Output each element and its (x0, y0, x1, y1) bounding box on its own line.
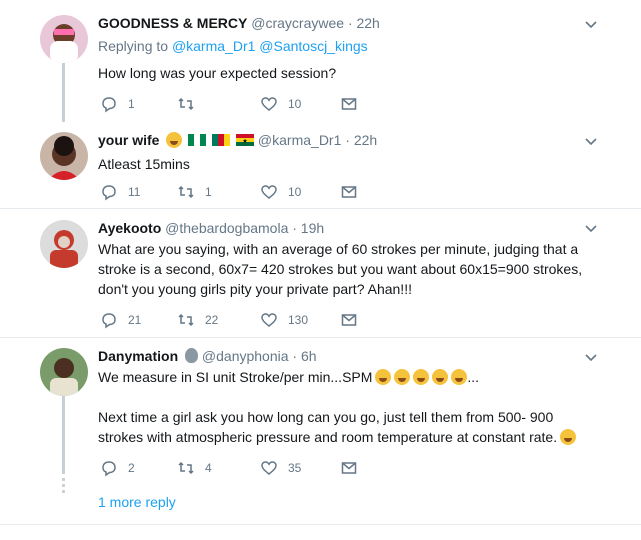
reply-button[interactable]: 21 (100, 309, 141, 331)
heart-icon (261, 313, 277, 327)
author-name[interactable]: Danymation (98, 348, 178, 364)
dm-button[interactable] (340, 181, 358, 203)
more-replies-link[interactable]: 1 more reply (98, 494, 176, 510)
reply-count: 21 (128, 313, 142, 327)
tears-of-joy-emoji-icon (432, 369, 449, 385)
retweet-count: 22 (205, 313, 219, 327)
reply-count: 2 (128, 461, 135, 475)
more-replies-dots (62, 478, 65, 496)
ellipsis: ... (467, 369, 480, 385)
tweet-paragraph: How long was your expected session? (98, 65, 337, 81)
reply-button[interactable]: 11 (100, 181, 140, 203)
retweet-button[interactable] (177, 93, 205, 115)
tears-of-joy-emoji-icon (413, 369, 430, 385)
tears-of-joy-emoji-icon (166, 132, 183, 148)
reply-button[interactable]: 1 (100, 93, 135, 115)
like-button[interactable]: 35 (260, 457, 301, 479)
retweet-icon (178, 97, 194, 111)
author-handle[interactable]: @karma_Dr1 (258, 132, 341, 148)
thread-line (62, 396, 65, 474)
timestamp[interactable]: · 6h (292, 348, 316, 364)
heart-icon (261, 461, 277, 475)
thread-line (62, 62, 65, 122)
retweet-icon (178, 313, 194, 327)
tears-of-joy-emoji-icon (394, 369, 411, 385)
tears-of-joy-emoji-icon (560, 429, 577, 445)
dm-button[interactable] (340, 457, 358, 479)
dm-button[interactable] (340, 309, 358, 331)
heart-icon (261, 97, 277, 111)
avatar[interactable] (40, 15, 88, 63)
tears-of-joy-emoji-icon (375, 369, 392, 385)
nigeria-flag-icon (188, 134, 207, 146)
tweet-paragraph: Atleast 15mins (98, 156, 190, 172)
author-name[interactable]: GOODNESS & MERCY (98, 15, 247, 31)
author-name[interactable]: Ayekooto (98, 220, 161, 236)
tweet-line: We measure in SI unit Stroke/per min...S… (98, 369, 373, 385)
replying-to: Replying to @karma_Dr1 @Santoscj_kings (98, 38, 368, 54)
cameroon-flag-icon (212, 134, 231, 146)
author-name[interactable]: your wife (98, 132, 159, 148)
like-count: 130 (288, 313, 309, 327)
like-button[interactable]: 10 (260, 93, 301, 115)
like-button[interactable]: 10 (260, 181, 301, 203)
author-handle[interactable]: @craycraywee (251, 15, 344, 31)
reply-icon (102, 185, 116, 201)
tweet-text: We measure in SI unit Stroke/per min...S… (98, 367, 593, 447)
like-button[interactable]: 130 (260, 309, 308, 331)
chevron-down-icon[interactable] (584, 18, 598, 32)
chevron-down-icon[interactable] (584, 351, 598, 365)
alien-emoji-icon (185, 348, 199, 363)
retweet-button[interactable]: 1 (177, 181, 212, 203)
timestamp[interactable]: · 19h (292, 220, 324, 236)
like-count: 10 (288, 185, 302, 199)
tweet-line: Next time a girl ask you how long can yo… (98, 409, 558, 445)
tears-of-joy-emoji-icon (451, 369, 468, 385)
envelope-icon (341, 98, 357, 110)
reply-count: 1 (128, 97, 135, 111)
retweet-count: 4 (205, 461, 212, 475)
tweet-paragraph: What are you saying, with an average of … (98, 241, 583, 297)
retweet-count: 1 (205, 185, 212, 199)
chevron-down-icon[interactable] (584, 135, 598, 149)
like-count: 35 (288, 461, 302, 475)
retweet-icon (178, 461, 194, 475)
reply-icon (102, 97, 116, 113)
author-handle[interactable]: @danyphonia (202, 348, 289, 364)
retweet-button[interactable]: 4 (177, 457, 212, 479)
tweet-paragraph: Next time a girl ask you how long can yo… (98, 407, 593, 447)
tweet-text: Atleast 15mins (98, 154, 598, 174)
heart-icon (261, 185, 277, 199)
avatar[interactable] (40, 348, 88, 396)
retweet-icon (178, 185, 194, 199)
reply-icon (102, 313, 116, 329)
divider (0, 208, 641, 209)
retweet-button[interactable]: 22 (177, 309, 218, 331)
author-handle[interactable]: @thebardogbamola (165, 220, 288, 236)
avatar[interactable] (40, 220, 88, 268)
ghana-flag-icon (236, 134, 255, 146)
tweet-text: How long was your expected session? (98, 63, 598, 83)
like-count: 10 (288, 97, 302, 111)
reply-icon (102, 461, 116, 477)
reply-button[interactable]: 2 (100, 457, 135, 479)
dm-button[interactable] (340, 93, 358, 115)
envelope-icon (341, 186, 357, 198)
divider (0, 337, 641, 338)
tweet-text: What are you saying, with an average of … (98, 239, 593, 299)
envelope-icon (341, 314, 357, 326)
chevron-down-icon[interactable] (584, 222, 598, 236)
avatar[interactable] (40, 132, 88, 180)
reply-count: 11 (128, 185, 141, 199)
divider (0, 524, 641, 525)
mention-link[interactable]: @Santoscj_kings (259, 38, 367, 54)
mention-link[interactable]: @karma_Dr1 (172, 38, 255, 54)
timestamp[interactable]: · 22h (348, 15, 380, 31)
replying-to-label: Replying to (98, 38, 169, 54)
envelope-icon (341, 462, 357, 474)
timestamp[interactable]: · 22h (345, 132, 377, 148)
tweet-paragraph: We measure in SI unit Stroke/per min...S… (98, 367, 593, 387)
